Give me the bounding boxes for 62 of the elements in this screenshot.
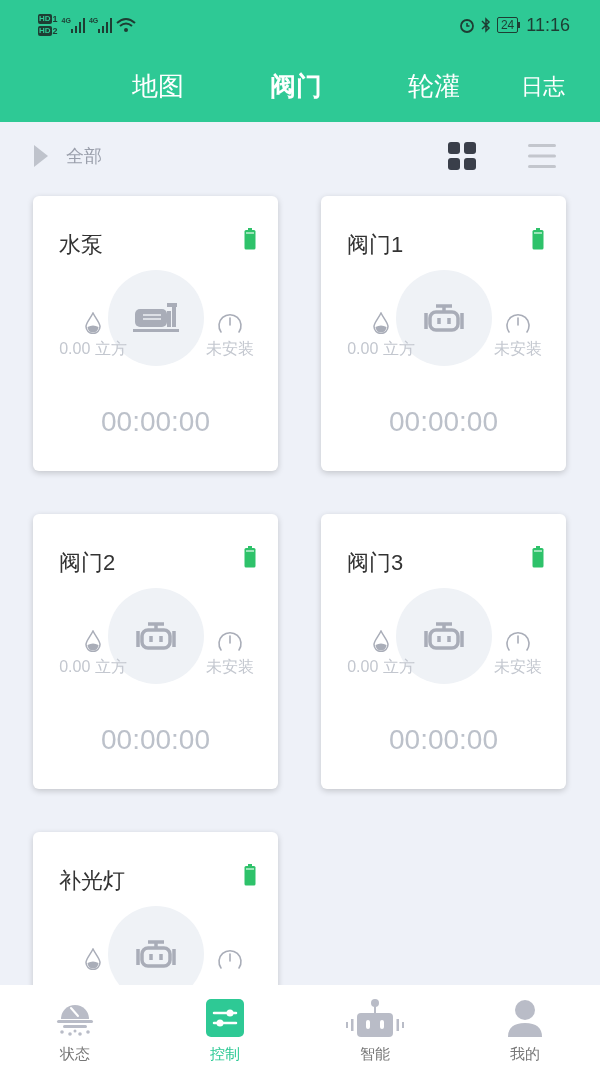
water-volume: 0.00 立方: [59, 339, 127, 359]
hd-badge: HD: [38, 14, 52, 24]
robot-icon: [345, 999, 405, 1037]
battery-icon: [532, 546, 544, 568]
bluetooth-icon: [480, 17, 491, 33]
valve-icon: [135, 939, 176, 969]
device-card[interactable]: 阀门2 0.00 立方 未安装 00:00:00: [33, 514, 278, 789]
alarm-icon: [458, 17, 475, 33]
sliders-icon: [206, 999, 244, 1037]
gauge-icon: [505, 630, 531, 652]
water-drop-icon: [373, 630, 389, 652]
device-name: 阀门1: [347, 230, 404, 259]
signal-icon: [98, 17, 113, 33]
hd-badge: HD: [38, 26, 52, 36]
gauge-icon: [217, 948, 243, 970]
device-name: 补光灯: [59, 866, 125, 895]
gauge-icon: [217, 312, 243, 334]
water-volume: 0.00 立方: [347, 657, 415, 677]
pump-icon: [132, 303, 179, 333]
filter-label: 全部: [66, 144, 102, 168]
water-volume: 0.00 立方: [347, 339, 415, 359]
device-card[interactable]: 阀门1 0.00 立方 未安装 00:00:00: [321, 196, 566, 471]
water-drop-icon: [373, 312, 389, 334]
device-name: 水泵: [59, 230, 103, 259]
device-name: 阀门3: [347, 548, 404, 577]
water-drop-icon: [85, 312, 101, 334]
battery-icon: [244, 546, 256, 568]
device-name: 阀门2: [59, 548, 116, 577]
battery-level: 24: [496, 17, 519, 33]
timer: 00:00:00: [101, 723, 210, 757]
meter-status: 未安装: [206, 657, 254, 677]
valve-icon: [135, 621, 176, 651]
water-drop-icon: [85, 630, 101, 652]
water-volume: 0.00 立方: [59, 657, 127, 677]
wifi-icon: [116, 17, 137, 33]
nav-item[interactable]: 我的: [450, 985, 600, 1067]
triangle-icon: [34, 145, 48, 167]
nav-item[interactable]: 智能: [300, 985, 450, 1067]
meter-status: 未安装: [494, 657, 542, 677]
grid-view-icon[interactable]: [448, 142, 476, 170]
device-card[interactable]: 阀门3 0.00 立方 未安装 00:00:00: [321, 514, 566, 789]
valve-icon: [423, 303, 464, 333]
person-icon: [507, 999, 543, 1037]
timer: 00:00:00: [389, 405, 498, 439]
battery-icon: [532, 228, 544, 250]
water-drop-icon: [85, 948, 101, 970]
timer: 00:00:00: [389, 723, 498, 757]
sim-slot: 1: [52, 14, 58, 24]
gauge-icon: [217, 630, 243, 652]
sim-slot: 2: [52, 26, 58, 36]
timer: 00:00:00: [101, 405, 210, 439]
battery-icon: [244, 228, 256, 250]
device-card[interactable]: 补光灯: [33, 832, 278, 985]
valve-icon: [423, 621, 464, 651]
meter-status: 未安装: [494, 339, 542, 359]
gauge-icon: [505, 312, 531, 334]
meter-status: 未安装: [206, 339, 254, 359]
device-card[interactable]: 水泵 0.00 立方 未安装 00:00:00: [33, 196, 278, 471]
clock: 11:16: [526, 13, 570, 37]
battery-icon: [244, 864, 256, 886]
nav-item[interactable]: 状态: [0, 985, 150, 1067]
signal-icon: [70, 17, 85, 33]
